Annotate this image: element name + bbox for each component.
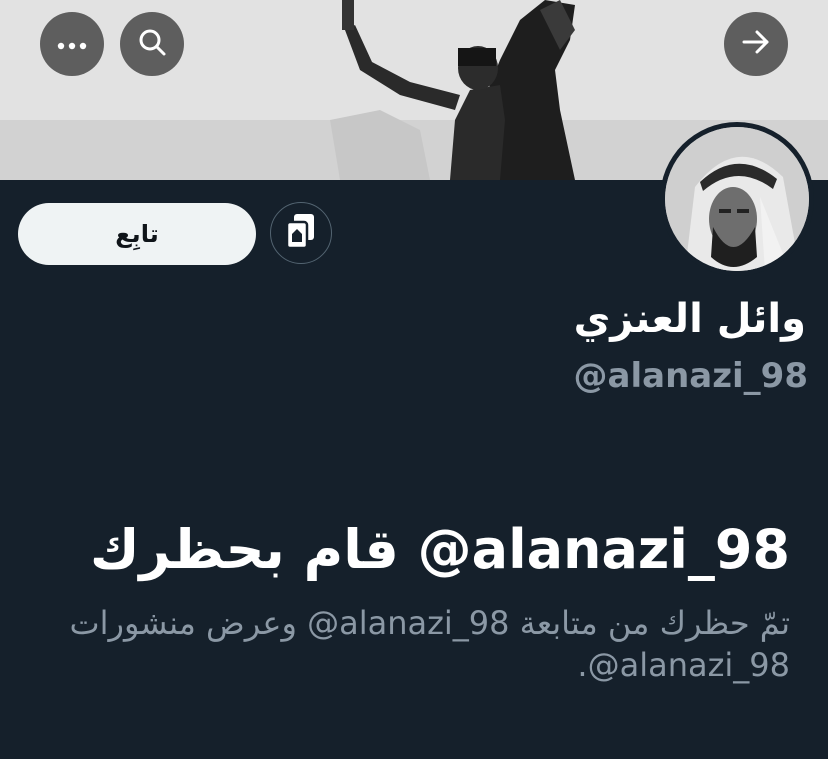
blocked-title: alanazi_98@ قام بحظرك (89, 518, 790, 581)
back-button[interactable] (724, 12, 788, 76)
blocked-description: تمّ حظرك من متابعة alanazi_98@ وعرض منشو… (69, 604, 790, 684)
copy-button[interactable] (270, 202, 332, 264)
search-button[interactable] (120, 12, 184, 76)
more-button[interactable] (40, 12, 104, 76)
search-icon (137, 27, 167, 61)
user-handle: @alanazi_98 (573, 356, 808, 396)
avatar[interactable] (660, 122, 814, 276)
copy-icon (284, 212, 318, 254)
display-name: وائل العنزي (573, 296, 806, 342)
avatar-photo (665, 127, 809, 271)
follow-button[interactable]: تابِع (18, 203, 256, 265)
arrow-right-icon (741, 29, 771, 59)
more-horizontal-icon (57, 35, 87, 54)
